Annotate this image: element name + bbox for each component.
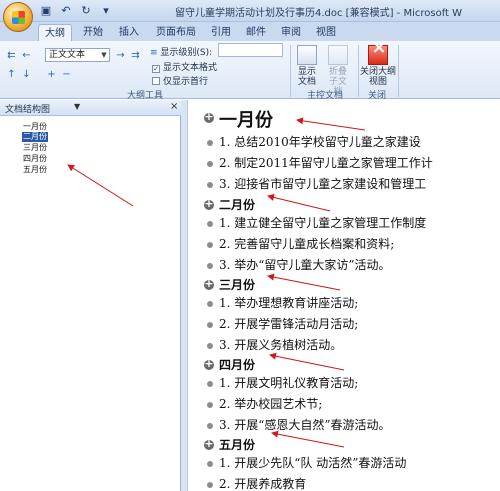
ribbon-separator <box>398 45 399 97</box>
outline-expand-icon[interactable] <box>204 110 214 123</box>
promote-icon[interactable]: ← <box>20 49 33 62</box>
office-button[interactable] <box>3 2 33 32</box>
show-text-format-checkbox[interactable]: ✓ 显示文本格式 <box>152 60 217 73</box>
outline-expand-icon[interactable] <box>204 437 214 450</box>
body-text-bullet-icon <box>207 461 213 467</box>
body-text-bullet-icon <box>207 423 213 429</box>
body-text-bullet-icon <box>207 343 213 349</box>
move-up-icon[interactable]: ↑ <box>5 68 18 81</box>
body-text-bullet-icon <box>207 221 213 227</box>
document-body[interactable]: 一月份 1. 总结2010年学校留守儿童之家建设 2. 制定2011年留守儿童之… <box>189 100 500 491</box>
title-bar: ▣ ↶ ↻ ▾ 留守儿童学期活动计划及行事历4.doc [兼容模式] - Mic… <box>0 0 500 22</box>
subdocument-icon <box>328 45 348 65</box>
heading-january: 一月份 <box>219 110 273 131</box>
ribbon-tabs: 大纲 开始 插入 页面布局 引用 邮件 审阅 视图 <box>0 22 500 41</box>
show-level-select[interactable] <box>218 43 283 57</box>
demote-icon[interactable]: → <box>114 49 127 62</box>
move-down-icon[interactable]: ↓ <box>20 68 33 81</box>
document-icon <box>297 45 317 65</box>
save-icon[interactable]: ▣ <box>38 3 54 18</box>
redo-icon[interactable]: ↻ <box>78 3 94 18</box>
may-item: 2. 开展养成教育 <box>219 477 307 491</box>
document-map-item[interactable]: 三月份 <box>22 143 48 153</box>
show-first-line-checkbox[interactable]: 仅显示首行 <box>152 74 208 87</box>
window-title: 留守儿童学期活动计划及行事历4.doc [兼容模式] - Microsoft W <box>175 8 463 19</box>
tab-page-layout[interactable]: 页面布局 <box>152 24 200 41</box>
document-map-item[interactable]: 二月份 <box>22 132 48 142</box>
collapse-icon[interactable]: − <box>60 68 73 81</box>
body-text-bullet-icon <box>207 381 213 387</box>
april-item: 2. 举办校园艺术节; <box>219 397 323 411</box>
january-item: 2. 制定2011年留守儿童之家管理工作计 <box>219 156 433 170</box>
promote-to-heading1-icon[interactable]: ⇇ <box>5 49 18 62</box>
january-item: 3. 迎接省市留守儿童之家建设和管理工 <box>219 177 427 191</box>
april-item: 1. 开展文明礼仪教育活动; <box>219 376 359 390</box>
show-level-icon: ≡ <box>150 48 161 58</box>
demote-to-body-icon[interactable]: ⇉ <box>129 49 142 62</box>
document-map-item[interactable]: 四月份 <box>22 154 48 164</box>
ribbon-panel: ⇇ ← 正文文本 ▼ → ⇉ ↑ ↓ + − ≡ 显示级别(S): ✓ 显示文本格… <box>0 41 500 101</box>
tab-view[interactable]: 视图 <box>312 24 340 41</box>
body-text-bullet-icon <box>207 402 213 408</box>
show-level-label: ≡ 显示级别(S): <box>150 48 213 58</box>
body-text-bullet-icon <box>207 140 213 146</box>
show-document-button[interactable]: 显示文档 <box>294 45 320 87</box>
checkbox-unchecked-icon <box>152 77 160 85</box>
tab-insert[interactable]: 插入 <box>114 24 144 41</box>
document-map-item[interactable]: 五月份 <box>22 165 48 175</box>
heading-may: 五月份 <box>219 438 256 452</box>
document-map-pane: 文档结构图 ▼ × 一月份 二月份 三月份 四月份 五月份 <box>0 100 181 491</box>
march-item: 1. 举办理想教育讲座活动; <box>219 296 359 310</box>
body-text-bullet-icon <box>207 482 213 488</box>
february-item: 2. 完善留守儿童成长档案和资料; <box>219 237 395 251</box>
quick-access-toolbar: ▣ ↶ ↻ ▾ <box>38 3 114 18</box>
february-item: 1. 建立健全留守儿童之家管理工作制度 <box>219 216 427 230</box>
april-item: 3. 开展“感恩大自然”春游活动。 <box>219 418 391 432</box>
document-map-title: 文档结构图 <box>5 105 51 115</box>
body-text-bullet-icon <box>207 242 213 248</box>
tab-review[interactable]: 审阅 <box>277 24 305 41</box>
chevron-down-icon: ▼ <box>101 51 107 59</box>
outline-expand-icon[interactable] <box>204 357 214 370</box>
heading-april: 四月份 <box>219 358 256 372</box>
tab-mailings[interactable]: 邮件 <box>242 24 270 41</box>
close-icon[interactable]: × <box>170 101 178 112</box>
march-item: 3. 开展义务植树活动。 <box>219 338 343 352</box>
office-logo-icon <box>12 11 25 24</box>
body-text-bullet-icon <box>207 301 213 307</box>
close-icon <box>368 43 389 65</box>
document-map-header: 文档结构图 ▼ × <box>0 100 181 116</box>
body-text-bullet-icon <box>207 263 213 269</box>
outline-expand-icon[interactable] <box>204 277 214 290</box>
march-item: 2. 开展学雷锋活动月活动; <box>219 317 359 331</box>
heading-march: 三月份 <box>219 278 256 292</box>
chevron-down-icon[interactable]: ▼ <box>74 102 80 111</box>
february-item: 3. 举办“留守儿童大家访”活动。 <box>219 258 391 272</box>
body-text-bullet-icon <box>207 322 213 328</box>
body-text-bullet-icon <box>207 182 213 188</box>
may-item: 1. 开展少先队“队 动活然”春游活动 <box>219 456 407 470</box>
close-outline-view-button[interactable]: 关闭大纲视图 <box>360 43 396 87</box>
ribbon-separator <box>358 45 359 97</box>
january-item: 1. 总结2010年学校留守儿童之家建设 <box>219 135 421 149</box>
outline-expand-icon[interactable] <box>204 197 214 210</box>
tab-home[interactable]: 开始 <box>78 24 108 41</box>
vertical-ruler <box>181 100 188 491</box>
expand-icon[interactable]: + <box>45 68 58 81</box>
outline-level-select[interactable]: 正文文本 ▼ <box>45 48 110 62</box>
qat-customize-icon[interactable]: ▾ <box>98 3 114 18</box>
tab-outline[interactable]: 大纲 <box>38 24 72 41</box>
heading-february: 二月份 <box>219 198 256 212</box>
word-window: ▣ ↶ ↻ ▾ 留守儿童学期活动计划及行事历4.doc [兼容模式] - Mic… <box>0 0 500 491</box>
ribbon-separator <box>290 45 291 97</box>
body-text-bullet-icon <box>207 161 213 167</box>
tab-references[interactable]: 引用 <box>207 24 235 41</box>
checkbox-checked-icon: ✓ <box>152 65 160 73</box>
document-map-item[interactable]: 一月份 <box>22 122 48 132</box>
undo-icon[interactable]: ↶ <box>58 3 74 18</box>
